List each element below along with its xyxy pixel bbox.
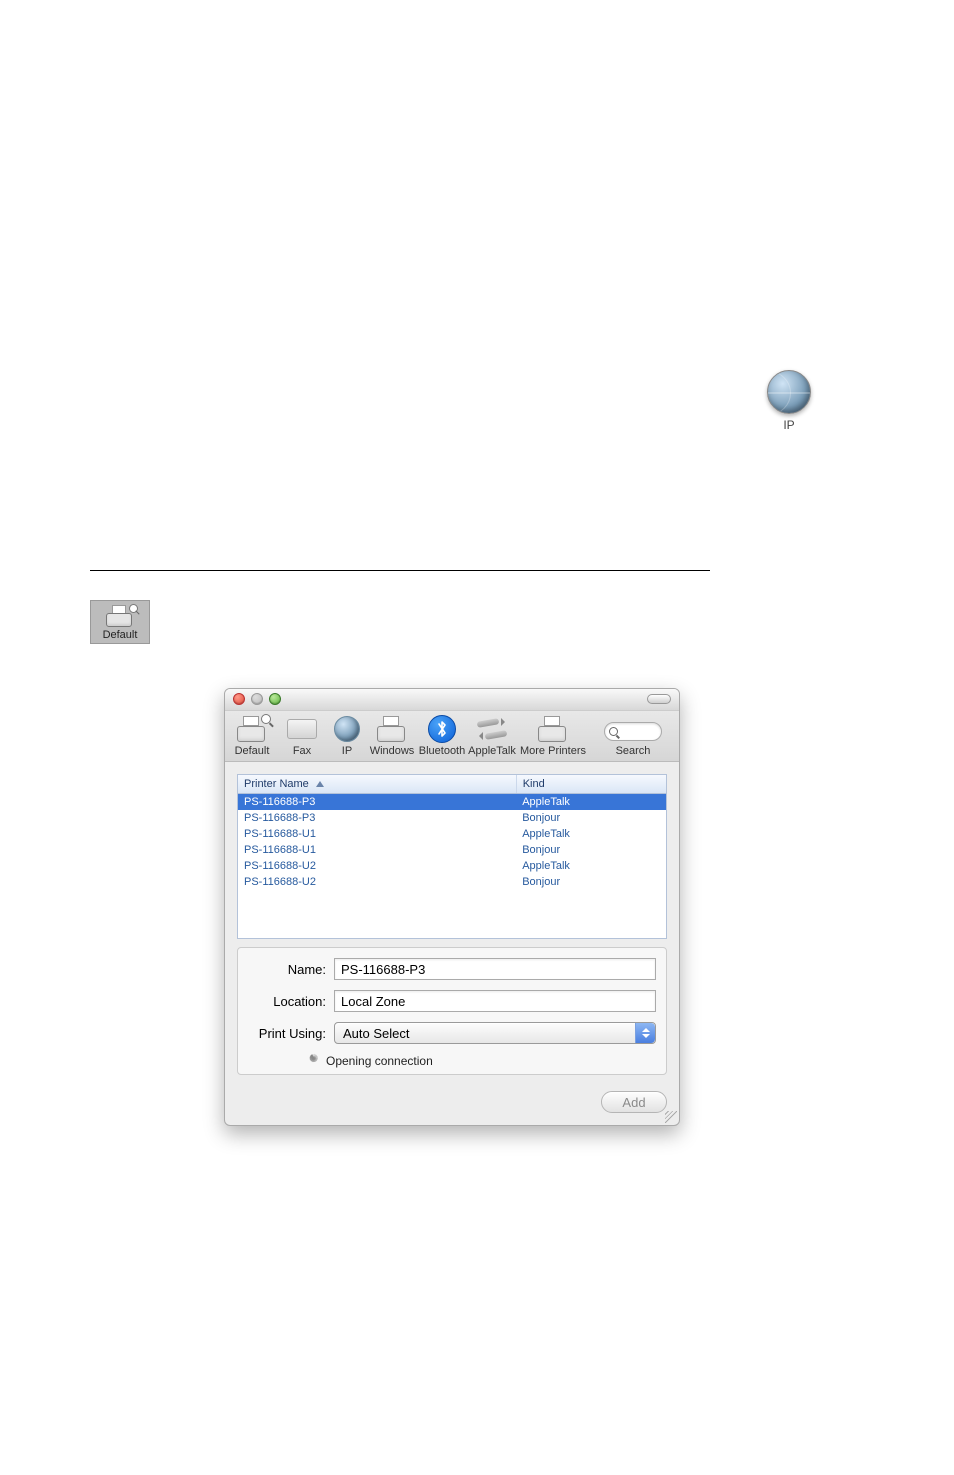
toolbar-label: More Printers xyxy=(520,745,586,757)
column-kind[interactable]: Kind xyxy=(516,775,666,794)
location-field[interactable]: Local Zone xyxy=(334,990,656,1012)
chevron-updown-icon xyxy=(635,1023,655,1043)
cell-kind: AppleTalk xyxy=(516,858,666,874)
name-field[interactable]: PS-116688-P3 xyxy=(334,958,656,980)
zoom-icon[interactable] xyxy=(269,693,281,705)
table-row[interactable]: PS-116688-U1AppleTalk xyxy=(238,826,666,842)
search-icon xyxy=(609,727,618,736)
printer-icon xyxy=(377,716,407,742)
add-printer-window: Default Fax IP Windows Bluetooth AppleTa… xyxy=(224,688,680,1126)
printer-search-icon xyxy=(106,605,134,627)
globe-icon xyxy=(767,370,811,414)
ip-toolbar-icon-clipping: IP xyxy=(764,370,814,432)
cell-printer-name: PS-116688-U1 xyxy=(238,842,516,858)
print-using-popup[interactable]: Auto Select xyxy=(334,1022,656,1044)
toolbar-ip-button[interactable]: IP xyxy=(327,715,367,759)
cell-kind: AppleTalk xyxy=(516,794,666,811)
ip-icon-label: IP xyxy=(764,418,814,432)
minimize-icon xyxy=(251,693,263,705)
cell-kind: Bonjour xyxy=(516,842,666,858)
search-label: Search xyxy=(616,745,651,757)
add-button[interactable]: Add xyxy=(601,1091,667,1113)
close-icon[interactable] xyxy=(233,693,245,705)
toolbar-windows-button[interactable]: Windows xyxy=(367,715,417,759)
print-using-label: Print Using: xyxy=(248,1026,334,1041)
printer-form: Name: PS-116688-P3 Location: Local Zone … xyxy=(237,947,667,1075)
section-separator xyxy=(90,570,710,571)
toolbar-pill-icon[interactable] xyxy=(647,694,671,704)
default-toolbar-icon-clipping: Default xyxy=(90,600,150,644)
toolbar-label: Fax xyxy=(293,745,311,757)
toolbar-fax-button[interactable]: Fax xyxy=(277,715,327,759)
column-printer-name[interactable]: Printer Name xyxy=(238,775,516,794)
cell-kind: Bonjour xyxy=(516,874,666,890)
spinner-icon xyxy=(306,1054,320,1068)
window-titlebar[interactable] xyxy=(225,689,679,711)
cell-printer-name: PS-116688-P3 xyxy=(238,794,516,811)
toolbar-appletalk-button[interactable]: AppleTalk xyxy=(467,715,517,759)
default-icon-label: Default xyxy=(91,629,149,641)
status-text: Opening connection xyxy=(326,1054,433,1068)
cell-printer-name: PS-116688-U2 xyxy=(238,858,516,874)
appletalk-icon xyxy=(477,718,507,740)
name-label: Name: xyxy=(248,962,334,977)
cell-printer-name: PS-116688-U1 xyxy=(238,826,516,842)
sort-ascending-icon xyxy=(316,781,324,787)
location-label: Location: xyxy=(248,994,334,1009)
table-row[interactable]: PS-116688-U2Bonjour xyxy=(238,874,666,890)
search-input[interactable] xyxy=(604,722,662,741)
cell-printer-name: PS-116688-U2 xyxy=(238,874,516,890)
toolbar-bluetooth-button[interactable]: Bluetooth xyxy=(417,715,467,759)
toolbar-default-button[interactable]: Default xyxy=(227,715,277,759)
table-row[interactable]: PS-116688-P3AppleTalk xyxy=(238,794,666,811)
cell-kind: AppleTalk xyxy=(516,826,666,842)
browser-toolbar: Default Fax IP Windows Bluetooth AppleTa… xyxy=(225,711,679,762)
table-row[interactable]: PS-116688-U2AppleTalk xyxy=(238,858,666,874)
printer-icon xyxy=(538,716,568,742)
toolbar-label: Bluetooth xyxy=(419,745,465,757)
cell-kind: Bonjour xyxy=(516,810,666,826)
toolbar-label: IP xyxy=(342,745,352,757)
bluetooth-icon xyxy=(428,715,456,743)
printer-search-icon xyxy=(237,716,267,742)
toolbar-label: Default xyxy=(235,745,270,757)
toolbar-label: AppleTalk xyxy=(468,745,516,757)
toolbar-label: Windows xyxy=(370,745,415,757)
resize-handle-icon[interactable] xyxy=(665,1111,677,1123)
printer-list[interactable]: Printer Name Kind PS-116688-P3AppleTalkP… xyxy=(237,774,667,939)
table-row[interactable]: PS-116688-P3Bonjour xyxy=(238,810,666,826)
toolbar-more-printers-button[interactable]: More Printers xyxy=(517,715,589,759)
fax-icon xyxy=(287,719,317,739)
cell-printer-name: PS-116688-P3 xyxy=(238,810,516,826)
table-row[interactable]: PS-116688-U1Bonjour xyxy=(238,842,666,858)
globe-icon xyxy=(334,716,360,742)
